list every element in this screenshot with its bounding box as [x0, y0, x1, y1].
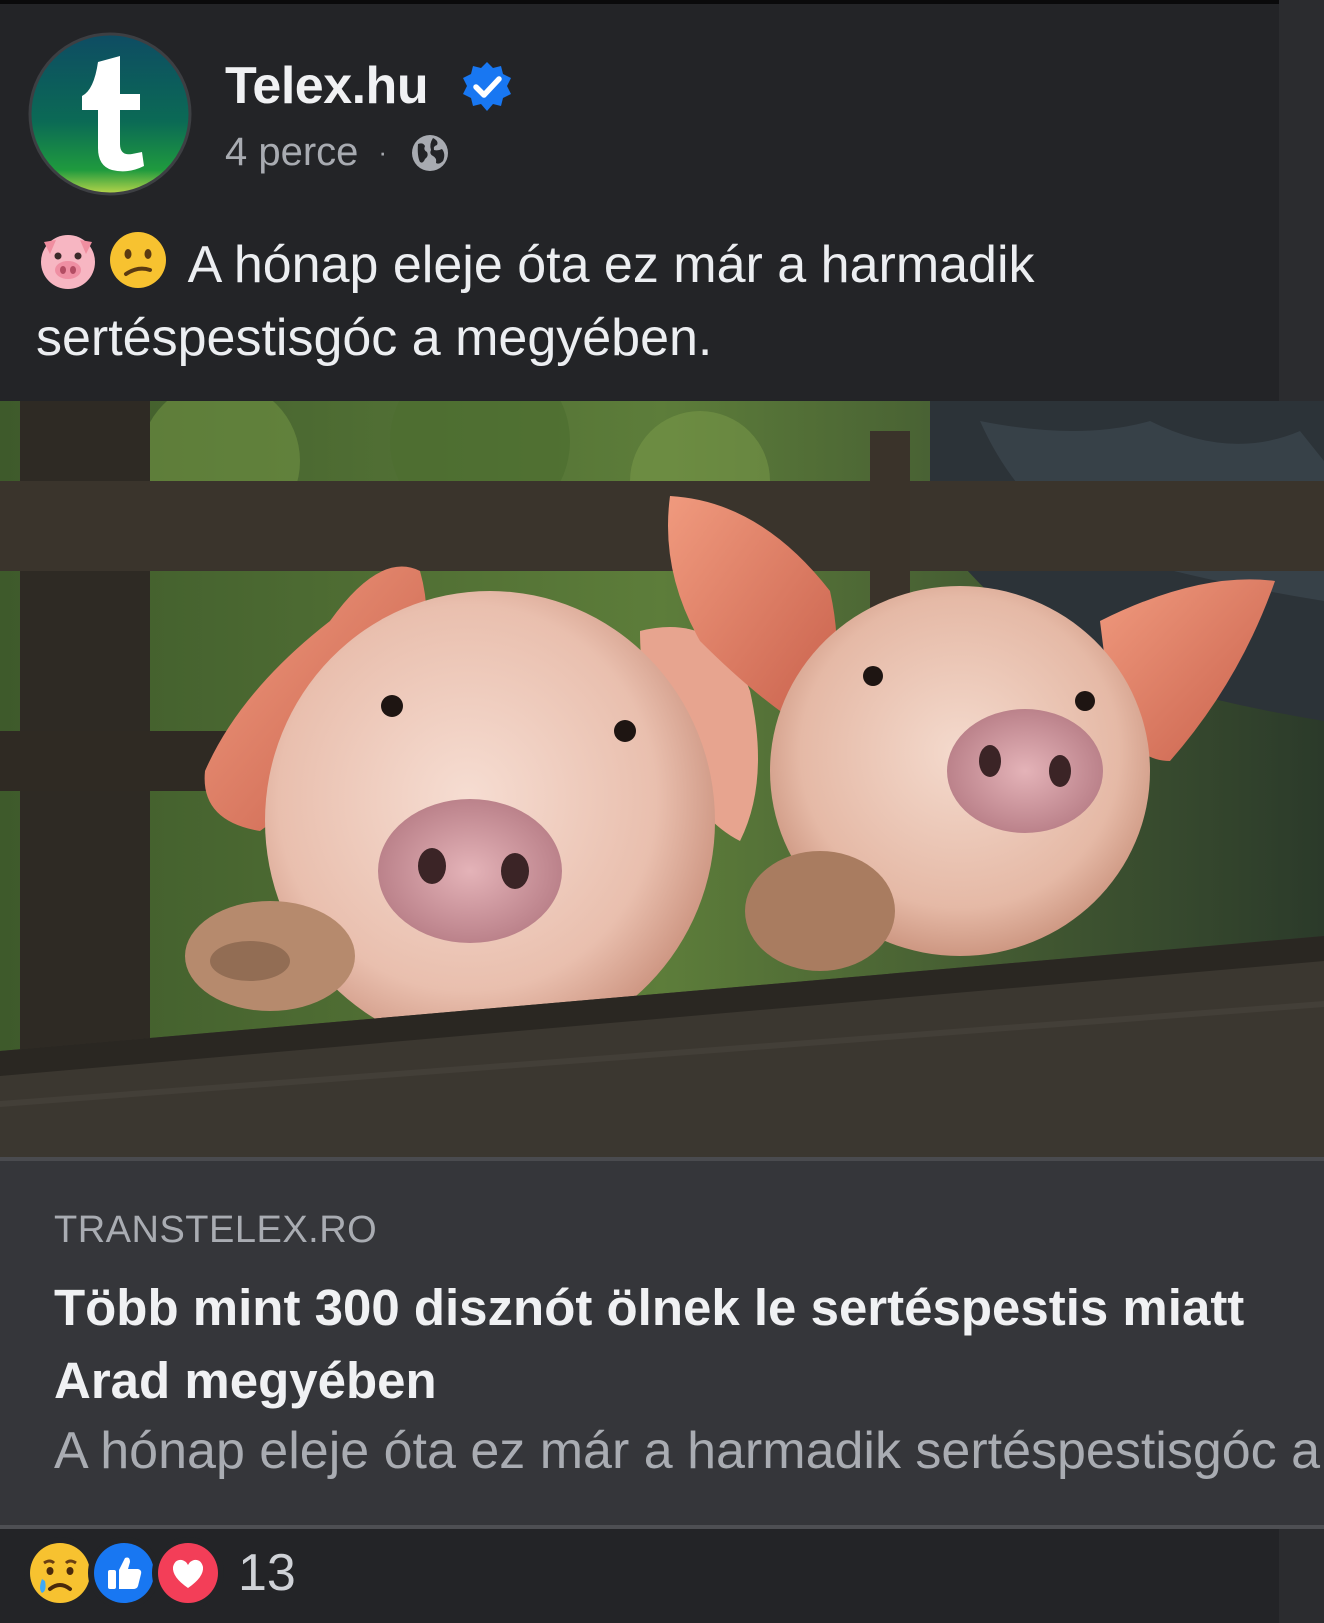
post-image[interactable] [0, 401, 1324, 1157]
link-preview-card[interactable]: TRANSTELEX.RO Több mint 300 disznót ölne… [0, 1157, 1324, 1525]
page-name[interactable]: Telex.hu [225, 56, 429, 116]
verified-badge-icon [460, 60, 514, 114]
post-text: A hónap eleje óta ez már a harmadik sert… [36, 228, 1266, 375]
post-header: Telex.hu 4 perce · [0, 0, 1279, 205]
link-title[interactable]: Több mint 300 disznót ölnek le sertéspes… [54, 1271, 1314, 1417]
post-meta: 4 perce · [225, 130, 451, 175]
pig-face-emoji [41, 235, 95, 289]
confused-face-emoji [110, 232, 166, 288]
link-description: A hónap eleje óta ez már a harmadik sert… [54, 1422, 1324, 1480]
link-domain: TRANSTELEX.RO [54, 1209, 378, 1251]
love-reaction-icon [152, 1537, 224, 1609]
meta-separator: · [378, 137, 388, 167]
sad-reaction-icon [24, 1537, 96, 1609]
globe-icon [412, 134, 449, 171]
card-divider [0, 1525, 1324, 1529]
reaction-count[interactable]: 13 [238, 1543, 296, 1603]
post-text-content: A hónap eleje óta ez már a harmadik sert… [36, 236, 1035, 367]
avatar[interactable] [28, 32, 192, 196]
like-reaction-icon [88, 1537, 160, 1609]
reactions-bar[interactable]: 13 [24, 1537, 296, 1609]
post-time[interactable]: 4 perce [225, 130, 358, 175]
